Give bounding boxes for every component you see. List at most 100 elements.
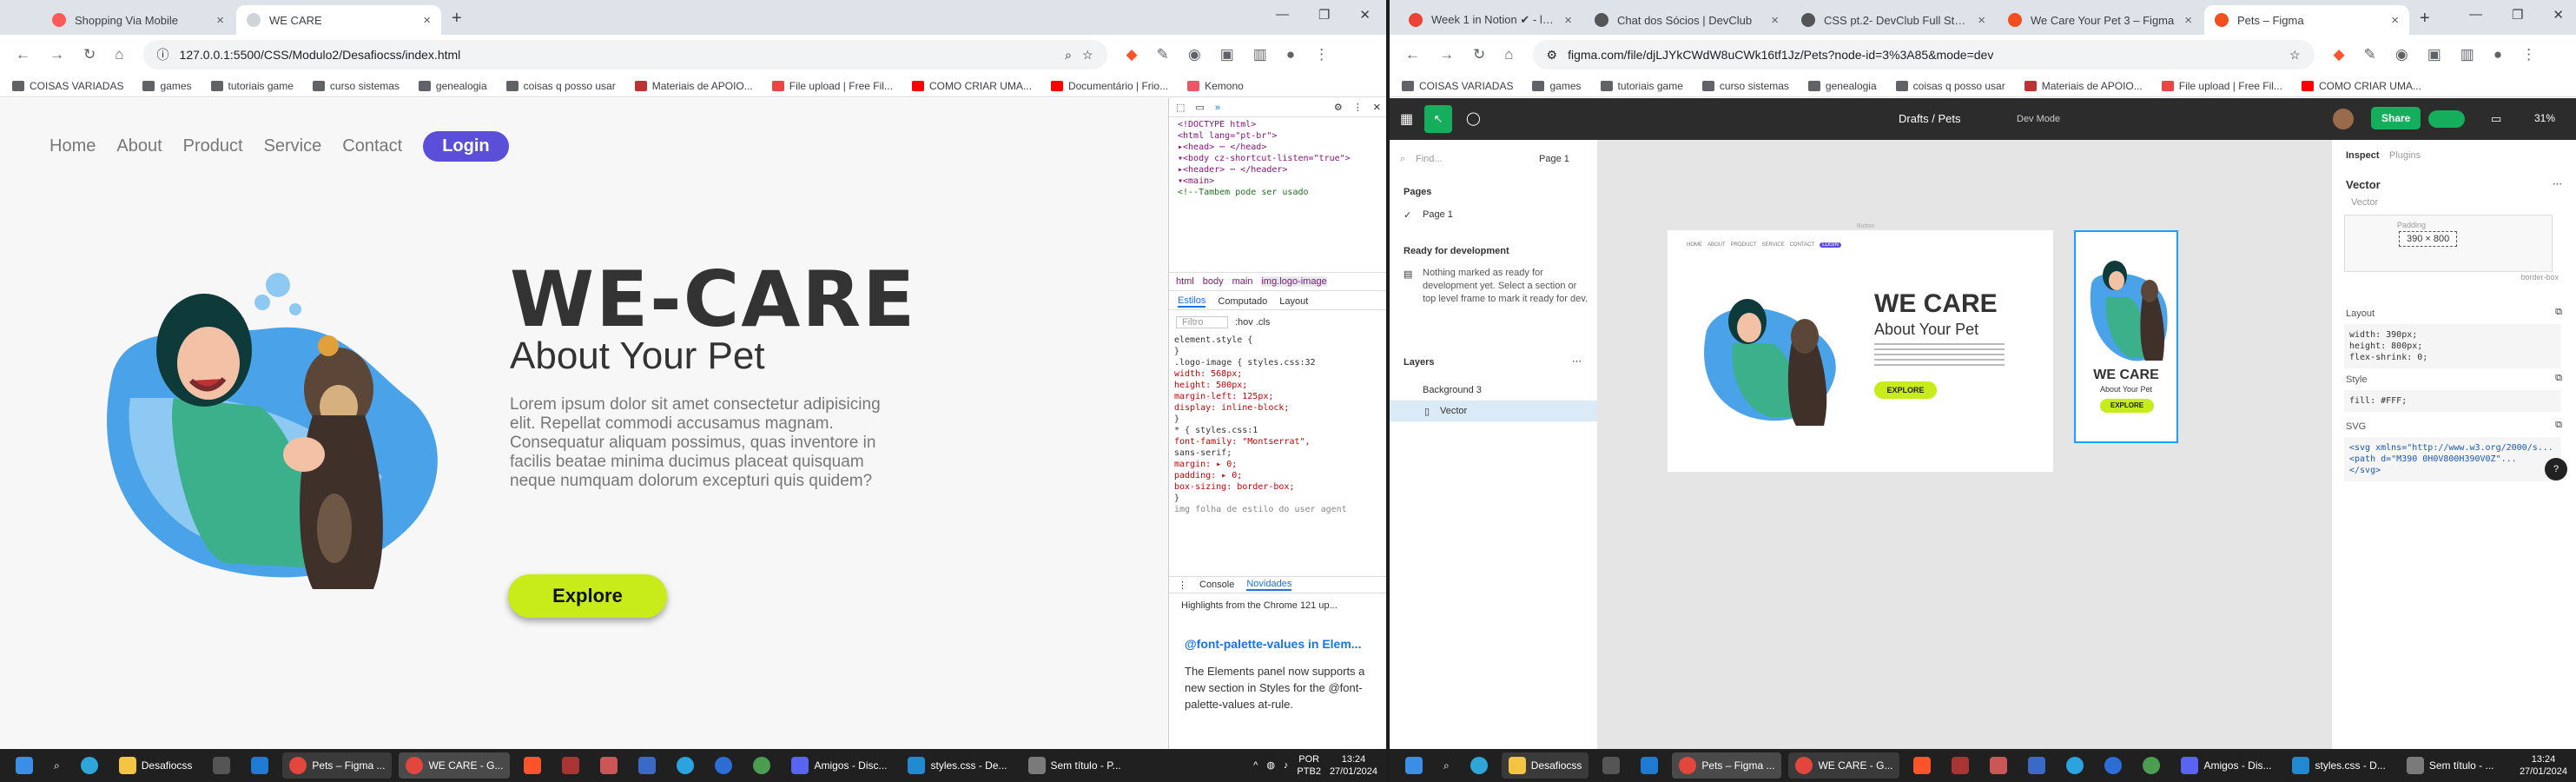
dom-line[interactable]: ▸<header> ⋯ </header> (1178, 164, 1386, 176)
brave-icon[interactable] (1906, 752, 1938, 779)
css-line[interactable]: box-sizing: border-box; (1174, 481, 1386, 493)
close-icon[interactable]: × (216, 13, 224, 28)
search-icon[interactable]: ⌕ (1437, 752, 1456, 779)
address-bar[interactable]: ⓘ 127.0.0.1:5500/CSS/Modulo2/Desafiocss/… (142, 40, 1107, 70)
close-icon[interactable]: × (1771, 13, 1779, 28)
bookmark-item[interactable]: Materiais de APOIO... (634, 80, 753, 92)
info-icon[interactable]: ⓘ (157, 46, 169, 63)
bookmark-item[interactable]: Documentário | Frio... (1050, 80, 1168, 92)
tab-figma-pets[interactable]: Pets – Figma × (2204, 5, 2409, 35)
css-line[interactable]: } (1174, 493, 1386, 504)
reload-icon[interactable]: ↻ (1473, 46, 1485, 63)
dom-line[interactable]: ▸<head> ⋯ </head> (1178, 142, 1386, 153)
css-line[interactable]: element.style { (1174, 335, 1386, 346)
css-line[interactable]: display: inline-block; (1174, 402, 1386, 414)
svg-code[interactable]: <svg xmlns="http://www.w3.org/2000/s... … (2344, 437, 2561, 481)
explore-button[interactable]: Explore (508, 574, 667, 618)
tune-icon[interactable]: ⚙ (1547, 48, 1558, 63)
file-breadcrumb[interactable]: Drafts / Pets (1899, 112, 1961, 125)
css-line[interactable]: .logo-image { styles.css:32 (1174, 357, 1386, 368)
windows-start-icon[interactable] (9, 752, 40, 779)
css-line[interactable]: margin: ▸ 0; (1174, 459, 1386, 470)
css-line[interactable]: img folha de estilo do user agent (1174, 504, 1386, 515)
crumb-item[interactable]: body (1203, 276, 1224, 287)
close-icon[interactable]: × (1564, 13, 1572, 28)
home-icon[interactable]: ⌂ (1504, 46, 1513, 63)
reload-icon[interactable]: ↻ (83, 46, 96, 63)
search-icon[interactable]: ⌕ (1400, 154, 1405, 165)
clock[interactable]: 13:24 27/01/2024 (1330, 753, 1377, 778)
css-line[interactable]: margin-left: 125px; (1174, 391, 1386, 402)
taskbar-item[interactable]: WE CARE - G... (1788, 752, 1900, 779)
nav-service[interactable]: Service (264, 136, 322, 156)
filter-input[interactable]: Filtro (1176, 316, 1228, 328)
mobile-frame-selected[interactable]: WE CARE About Your Pet EXPLORE (2074, 230, 2178, 443)
dom-comment[interactable]: <!--Tambem pode ser usado (1178, 187, 1386, 198)
home-icon[interactable]: ⌂ (115, 46, 123, 63)
nav-product[interactable]: Product (183, 136, 243, 156)
taskbar-item[interactable]: Sem título - ... (2400, 752, 2501, 779)
app-icon[interactable] (1945, 752, 1976, 779)
login-button[interactable]: Login (423, 131, 509, 162)
bookmark-item[interactable]: curso sistemas (312, 80, 400, 92)
brave-icon[interactable]: ◆ (1126, 46, 1138, 63)
app-icon[interactable] (708, 752, 739, 779)
css-line[interactable]: } (1174, 414, 1386, 425)
taskbar-item[interactable]: styles.css - D... (2285, 752, 2392, 779)
bookmark-item[interactable]: genealogia (1807, 80, 1877, 92)
close-icon[interactable]: × (2184, 13, 2192, 28)
menu-icon[interactable]: ⋮ (2521, 46, 2536, 63)
minimize-icon[interactable]: — (1276, 7, 1289, 23)
app-icon[interactable] (2097, 752, 2129, 779)
css-line[interactable]: font-family: "Montserrat", (1174, 436, 1386, 447)
star-icon[interactable]: ☆ (2289, 48, 2301, 63)
menu-icon[interactable]: ⋮ (1314, 46, 1329, 63)
bookmark-item[interactable]: COMO CRIAR UMA... (911, 80, 1032, 92)
desktop-frame[interactable]: HOME ABOUT PRODUCT SERVICE CONTACT LOGIN… (1668, 230, 2053, 472)
taskbar-item[interactable]: Pets – Figma ... (1672, 752, 1782, 779)
tab-css[interactable]: CSS pt.2- DevClub Full Stack × (1791, 5, 1996, 35)
back-icon[interactable]: ← (16, 46, 30, 63)
telegram-icon[interactable] (670, 752, 701, 779)
app-icon[interactable] (2136, 752, 2167, 779)
maximize-icon[interactable]: ❐ (1318, 7, 1330, 23)
bookmark-item[interactable]: COISAS VARIADAS (12, 80, 123, 92)
copy-icon[interactable]: ⧉ (2555, 373, 2562, 384)
camera-icon[interactable]: ◉ (2395, 46, 2408, 63)
layout-code[interactable]: width: 390px; height: 800px; flex-shrink… (2344, 324, 2561, 368)
more-icon[interactable]: ⋯ (2553, 178, 2562, 189)
close-icon[interactable]: ✕ (1373, 102, 1381, 113)
search-icon[interactable]: ⌕ (47, 752, 67, 779)
close-icon[interactable]: × (2391, 13, 2399, 28)
taskbar-item[interactable]: Desafiocss (1501, 752, 1589, 779)
figma-menu-icon[interactable]: ▦ (1400, 110, 1413, 128)
page-select[interactable]: Page 1 (1539, 154, 1569, 164)
bookmark-item[interactable]: coisas q posso usar (1895, 80, 2005, 92)
more-icon[interactable]: ⋯ (1572, 355, 1582, 367)
app-icon[interactable] (631, 752, 663, 779)
tab-layout[interactable]: Layout (1279, 296, 1308, 307)
bookmark-item[interactable]: COISAS VARIADAS (1402, 80, 1513, 92)
taskbar-item[interactable]: Amigos - Dis... (2174, 752, 2278, 779)
bookmark-item[interactable]: games (1532, 80, 1582, 92)
bookmark-item[interactable]: games (142, 80, 192, 92)
device-icon[interactable]: ▭ (1195, 102, 1204, 113)
sidebar-icon[interactable]: ▥ (2460, 46, 2474, 63)
css-line[interactable]: sans-serif; (1174, 447, 1386, 459)
sidebar-icon[interactable]: ▥ (1253, 46, 1267, 63)
dom-line[interactable]: <!DOCTYPE html> (1178, 119, 1386, 130)
bookmark-item[interactable]: coisas q posso usar (505, 80, 616, 92)
dom-line[interactable]: ▾<main> (1178, 176, 1386, 187)
tab-plugins[interactable]: Plugins (2389, 150, 2421, 161)
inspect-icon[interactable]: ⬚ (1176, 102, 1185, 113)
close-window-icon[interactable]: ✕ (1359, 7, 1371, 23)
nav-contact[interactable]: Contact (342, 136, 402, 156)
forward-icon[interactable]: → (50, 46, 64, 63)
camera-icon[interactable]: ◉ (1188, 46, 1201, 63)
bookmark-item[interactable]: Kemono (1187, 80, 1244, 92)
crumb-item[interactable]: html (1176, 276, 1194, 287)
tab-whats-new[interactable]: Novidades (1246, 579, 1292, 591)
bookmark-item[interactable]: curso sistemas (1701, 80, 1789, 92)
close-icon[interactable]: × (1978, 13, 1985, 28)
search-icon[interactable]: ⌕ (1065, 48, 1072, 63)
